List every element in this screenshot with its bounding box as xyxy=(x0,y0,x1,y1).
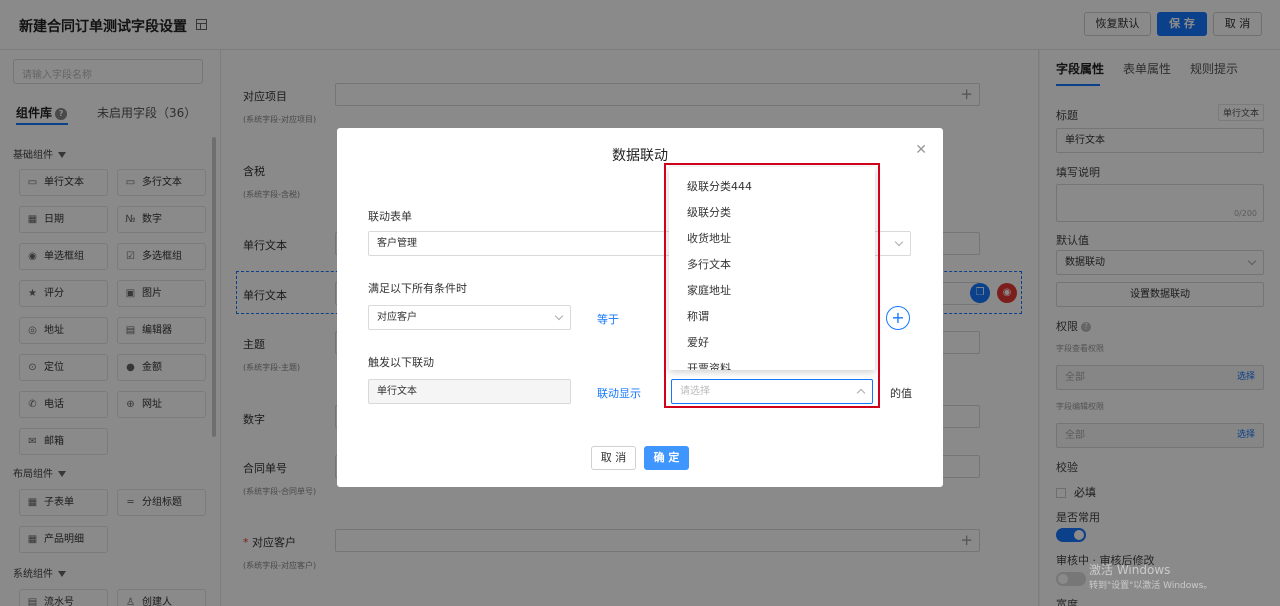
dialog-cancel-button[interactable]: 取 消 xyxy=(591,446,636,470)
activation-watermark-hint: 转到"设置"以激活 Windows。 xyxy=(1089,581,1213,591)
condition-label: 满足以下所有条件时 xyxy=(368,282,467,295)
app-window: 新建合同订单测试字段设置 恢复默认 保 存 取 消 请输入字段名称 组件库? 未… xyxy=(0,0,1280,606)
dialog-confirm-button[interactable]: 确 定 xyxy=(644,446,689,470)
chevron-down-icon xyxy=(894,237,904,247)
highlight-annotation xyxy=(664,163,880,408)
link-form-value: 客户管理 xyxy=(377,238,417,249)
trigger-field-select[interactable]: 单行文本 xyxy=(368,379,571,404)
activation-watermark: 激活 Windows xyxy=(1089,563,1171,577)
dialog-title: 数据联动 xyxy=(612,148,668,164)
condition-field-select[interactable]: 对应客户 xyxy=(368,305,571,330)
link-form-label: 联动表单 xyxy=(368,210,412,223)
trigger-action[interactable]: 联动显示 xyxy=(597,385,641,401)
close-icon[interactable]: ✕ xyxy=(915,142,927,158)
chevron-down-icon xyxy=(554,311,564,321)
condition-operator[interactable]: 等于 xyxy=(597,311,619,327)
trigger-label: 触发以下联动 xyxy=(368,356,434,369)
add-condition-icon[interactable]: + xyxy=(886,306,910,330)
condition-field-value: 对应客户 xyxy=(377,312,417,323)
value-suffix: 的值 xyxy=(890,387,912,400)
